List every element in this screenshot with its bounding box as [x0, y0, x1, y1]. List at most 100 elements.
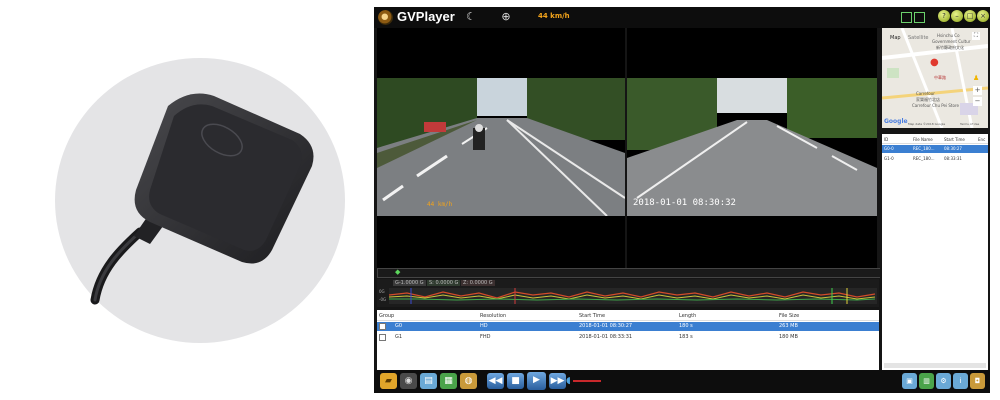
- layout-split-icon[interactable]: [901, 12, 912, 23]
- location-pin-icon: ●: [930, 57, 939, 68]
- product-photo: [0, 0, 375, 400]
- bottom-toolbar: ▰ ◉ ▤ ▦ ◍ ◀◀ ■ ▶ ▶▶ ◖ ▣ ▥ ⚙ i ◘: [374, 370, 990, 393]
- cell-start-time: 2018-01-01 08:33:31: [579, 334, 633, 340]
- gsensor-waveform: 0G -0G: [379, 288, 877, 304]
- zoom-out-button[interactable]: −: [973, 97, 982, 106]
- gvplayer-logo-icon: [378, 10, 393, 25]
- gsensor-icon[interactable]: ⊕: [499, 10, 513, 24]
- svg-text:-0G: -0G: [379, 297, 386, 302]
- stop-icon[interactable]: ■: [507, 373, 524, 389]
- rewind-icon[interactable]: ◀◀: [487, 373, 504, 389]
- file-list-header: ID File Name Start Time Enc: [882, 136, 988, 144]
- layout-single-icon[interactable]: [914, 12, 925, 23]
- column-header-length[interactable]: Length: [679, 313, 696, 319]
- seek-bar[interactable]: ◆: [377, 268, 881, 278]
- info-icon[interactable]: i: [953, 373, 968, 389]
- map-label: Hsinchu Co: [937, 33, 960, 38]
- help-button[interactable]: ?: [938, 10, 950, 22]
- map-view[interactable]: Map Satellite Hsinchu Co Government Cult…: [882, 28, 988, 128]
- maximize-button[interactable]: □: [964, 10, 976, 22]
- map-label: Government Cultur: [932, 39, 971, 44]
- column-header-group[interactable]: Group: [379, 313, 394, 319]
- file-list: ID File Name Start Time Enc G0-0 REC_180…: [882, 134, 988, 370]
- title-bar: GVPlayer ☾ ⊕ 44 km/h ? – □ ×: [374, 7, 990, 28]
- osd-timestamp: 2018-01-01 08:30:32: [633, 198, 736, 208]
- map-label: Carrefour Chu Pei Store: [912, 103, 959, 108]
- gps-antenna-image: [90, 93, 314, 305]
- osd-overlay-front: 44 km/h: [427, 201, 453, 208]
- chart-icon[interactable]: ▥: [919, 373, 934, 389]
- file-start-time: 08:30:27: [944, 146, 962, 151]
- file-row[interactable]: G0-0 REC_180... 08:30:27: [882, 145, 988, 153]
- horizontal-scrollbar[interactable]: [884, 363, 986, 368]
- settings-icon[interactable]: ⚙: [936, 373, 951, 389]
- map-terms-link[interactable]: Terms of Use: [960, 122, 979, 126]
- side-panel: Map Satellite Hsinchu Co Government Cult…: [880, 28, 990, 370]
- video-frame-front: 44 km/h: [377, 78, 625, 216]
- export-icon[interactable]: ▦: [440, 373, 457, 389]
- zoom-in-button[interactable]: +: [973, 86, 982, 95]
- video-panel-front[interactable]: 44 km/h: [377, 28, 625, 268]
- file-name: REC_180...: [913, 156, 935, 161]
- speed-readout: 44 km/h: [538, 12, 570, 20]
- table-row[interactable]: G0 HD 2018-01-01 08:30:27 180 s 263 MB: [377, 322, 879, 331]
- svg-text:0G: 0G: [379, 289, 385, 294]
- column-header-start-time[interactable]: Start Time: [579, 313, 605, 319]
- video-panel-rear[interactable]: 2018-01-01 08:30:32: [627, 28, 877, 268]
- file-name: REC_180...: [913, 146, 935, 151]
- map-label: 新竹縣政府文化: [936, 45, 964, 50]
- row-checkbox[interactable]: [379, 323, 386, 330]
- seek-handle[interactable]: ◆: [395, 268, 400, 276]
- fullscreen-icon[interactable]: ⛶: [972, 32, 980, 40]
- column-header-file-name[interactable]: File Name: [913, 137, 933, 142]
- column-header-resolution[interactable]: Resolution: [480, 313, 506, 319]
- column-header-end[interactable]: Enc: [978, 137, 985, 142]
- road-scene-rear: [627, 78, 877, 216]
- group-table: Group Resolution Start Time Length File …: [377, 310, 879, 370]
- gsensor-graph[interactable]: G-1.0000 G S: 0.0000 G Z: 0.0000 G 0G -0…: [377, 279, 879, 307]
- map-view-icon[interactable]: ▣: [902, 373, 917, 389]
- camera-icon[interactable]: ◉: [400, 373, 417, 389]
- cell-group: G0: [395, 323, 403, 329]
- map-attribution: Map data ©2018 Google: [908, 122, 946, 126]
- file-id: G1-0: [884, 156, 894, 161]
- cell-length: 183 s: [679, 334, 693, 340]
- fast-forward-icon[interactable]: ▶▶: [549, 373, 566, 389]
- file-start-time: 08:33:31: [944, 156, 962, 161]
- cell-file-size: 180 MB: [779, 334, 798, 340]
- column-header-start-time[interactable]: Start Time: [944, 137, 965, 142]
- file-id: G0-0: [884, 146, 894, 151]
- map-tab-map[interactable]: Map: [890, 35, 901, 41]
- map-label: Carrefour: [916, 91, 935, 96]
- street-view-icon[interactable]: ♟: [973, 74, 979, 82]
- table-row[interactable]: G1 FHD 2018-01-01 08:33:31 183 s 180 MB: [377, 333, 879, 342]
- volume-slider[interactable]: [573, 380, 601, 382]
- cell-group: G1: [395, 334, 403, 340]
- close-button[interactable]: ×: [977, 10, 989, 22]
- gvplayer-window: GVPlayer ☾ ⊕ 44 km/h ? – □ × 44 km/h 201…: [374, 7, 990, 393]
- google-logo: Google: [884, 118, 908, 125]
- volume-icon[interactable]: ◖: [566, 376, 571, 386]
- cell-start-time: 2018-01-01 08:30:27: [579, 323, 633, 329]
- row-checkbox[interactable]: [379, 334, 386, 341]
- table-header: Group Resolution Start Time Length File …: [377, 312, 879, 321]
- column-header-file-size[interactable]: File Size: [779, 313, 799, 319]
- open-folder-icon[interactable]: ▰: [380, 373, 397, 389]
- video-frame-rear: 2018-01-01 08:30:32: [627, 78, 877, 216]
- column-header-id[interactable]: ID: [884, 137, 888, 142]
- lock-icon[interactable]: ◘: [970, 373, 985, 389]
- file-row[interactable]: G1-0 REC_180... 08:33:31: [882, 155, 988, 163]
- minimize-button[interactable]: –: [951, 10, 963, 22]
- gps-icon[interactable]: ◍: [460, 373, 477, 389]
- cell-resolution: FHD: [480, 334, 491, 340]
- compass-icon[interactable]: ☾: [464, 10, 478, 24]
- save-icon[interactable]: ▤: [420, 373, 437, 389]
- map-label: 中華路: [934, 75, 946, 80]
- cell-length: 180 s: [679, 323, 693, 329]
- app-title: GVPlayer: [397, 9, 455, 24]
- road-scene-front: [377, 78, 625, 216]
- cell-resolution: HD: [480, 323, 488, 329]
- cell-file-size: 263 MB: [779, 323, 798, 329]
- map-tab-satellite[interactable]: Satellite: [908, 35, 928, 41]
- play-icon[interactable]: ▶: [527, 372, 546, 390]
